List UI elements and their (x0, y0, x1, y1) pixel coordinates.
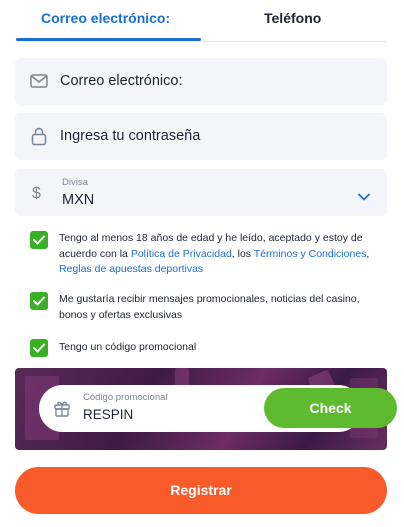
promo-code-text: Tengo un código promocional (59, 341, 197, 353)
checkmark-icon (33, 235, 45, 245)
promotions-checkbox[interactable] (30, 292, 48, 310)
tab-email[interactable]: Correo electrónico: (41, 10, 170, 26)
promo-code-input[interactable]: Código promocional RESPIN Check (39, 385, 397, 432)
lock-icon (29, 126, 49, 146)
chevron-down-icon[interactable] (358, 188, 370, 201)
terms-text-3: , (366, 247, 370, 260)
currency-value: MXN (62, 192, 95, 208)
terms-conditions-link[interactable]: Términos y Condiciones (254, 248, 367, 260)
checkmark-icon (33, 343, 45, 353)
promo-code-label: Código promocional (83, 392, 168, 403)
promo-code-checkbox[interactable] (30, 339, 48, 357)
active-tab-indicator (16, 38, 201, 41)
privacy-policy-link[interactable]: Política de Privacidad (131, 248, 232, 260)
mail-icon (29, 71, 49, 91)
email-field[interactable]: Correo electrónico: (15, 58, 387, 105)
tab-phone[interactable]: Teléfono (264, 10, 321, 26)
currency-label: Divisa (62, 177, 88, 188)
gift-icon (53, 399, 71, 417)
email-placeholder: Correo electrónico: (60, 73, 183, 89)
betting-rules-link[interactable]: Reglas de apuestas deportivas (59, 263, 203, 275)
check-button[interactable]: Check (264, 388, 397, 428)
register-button[interactable]: Registrar (15, 467, 387, 514)
terms-text-2: , los (231, 247, 254, 260)
terms-text: Tengo al menos 18 años de edad y he leíd… (59, 231, 377, 278)
currency-select[interactable]: $ Divisa MXN (15, 169, 387, 216)
terms-checkbox[interactable] (30, 231, 48, 249)
checkmark-icon (33, 296, 45, 306)
promo-code-value: RESPIN (83, 407, 134, 422)
dollar-icon: $ (32, 185, 41, 202)
password-placeholder: Ingresa tu contraseña (60, 128, 201, 144)
login-tabs: Correo electrónico: Teléfono (16, 0, 387, 42)
promotions-text: Me gustaría recibir mensajes promocional… (59, 293, 360, 321)
password-field[interactable]: Ingresa tu contraseña (15, 113, 387, 160)
